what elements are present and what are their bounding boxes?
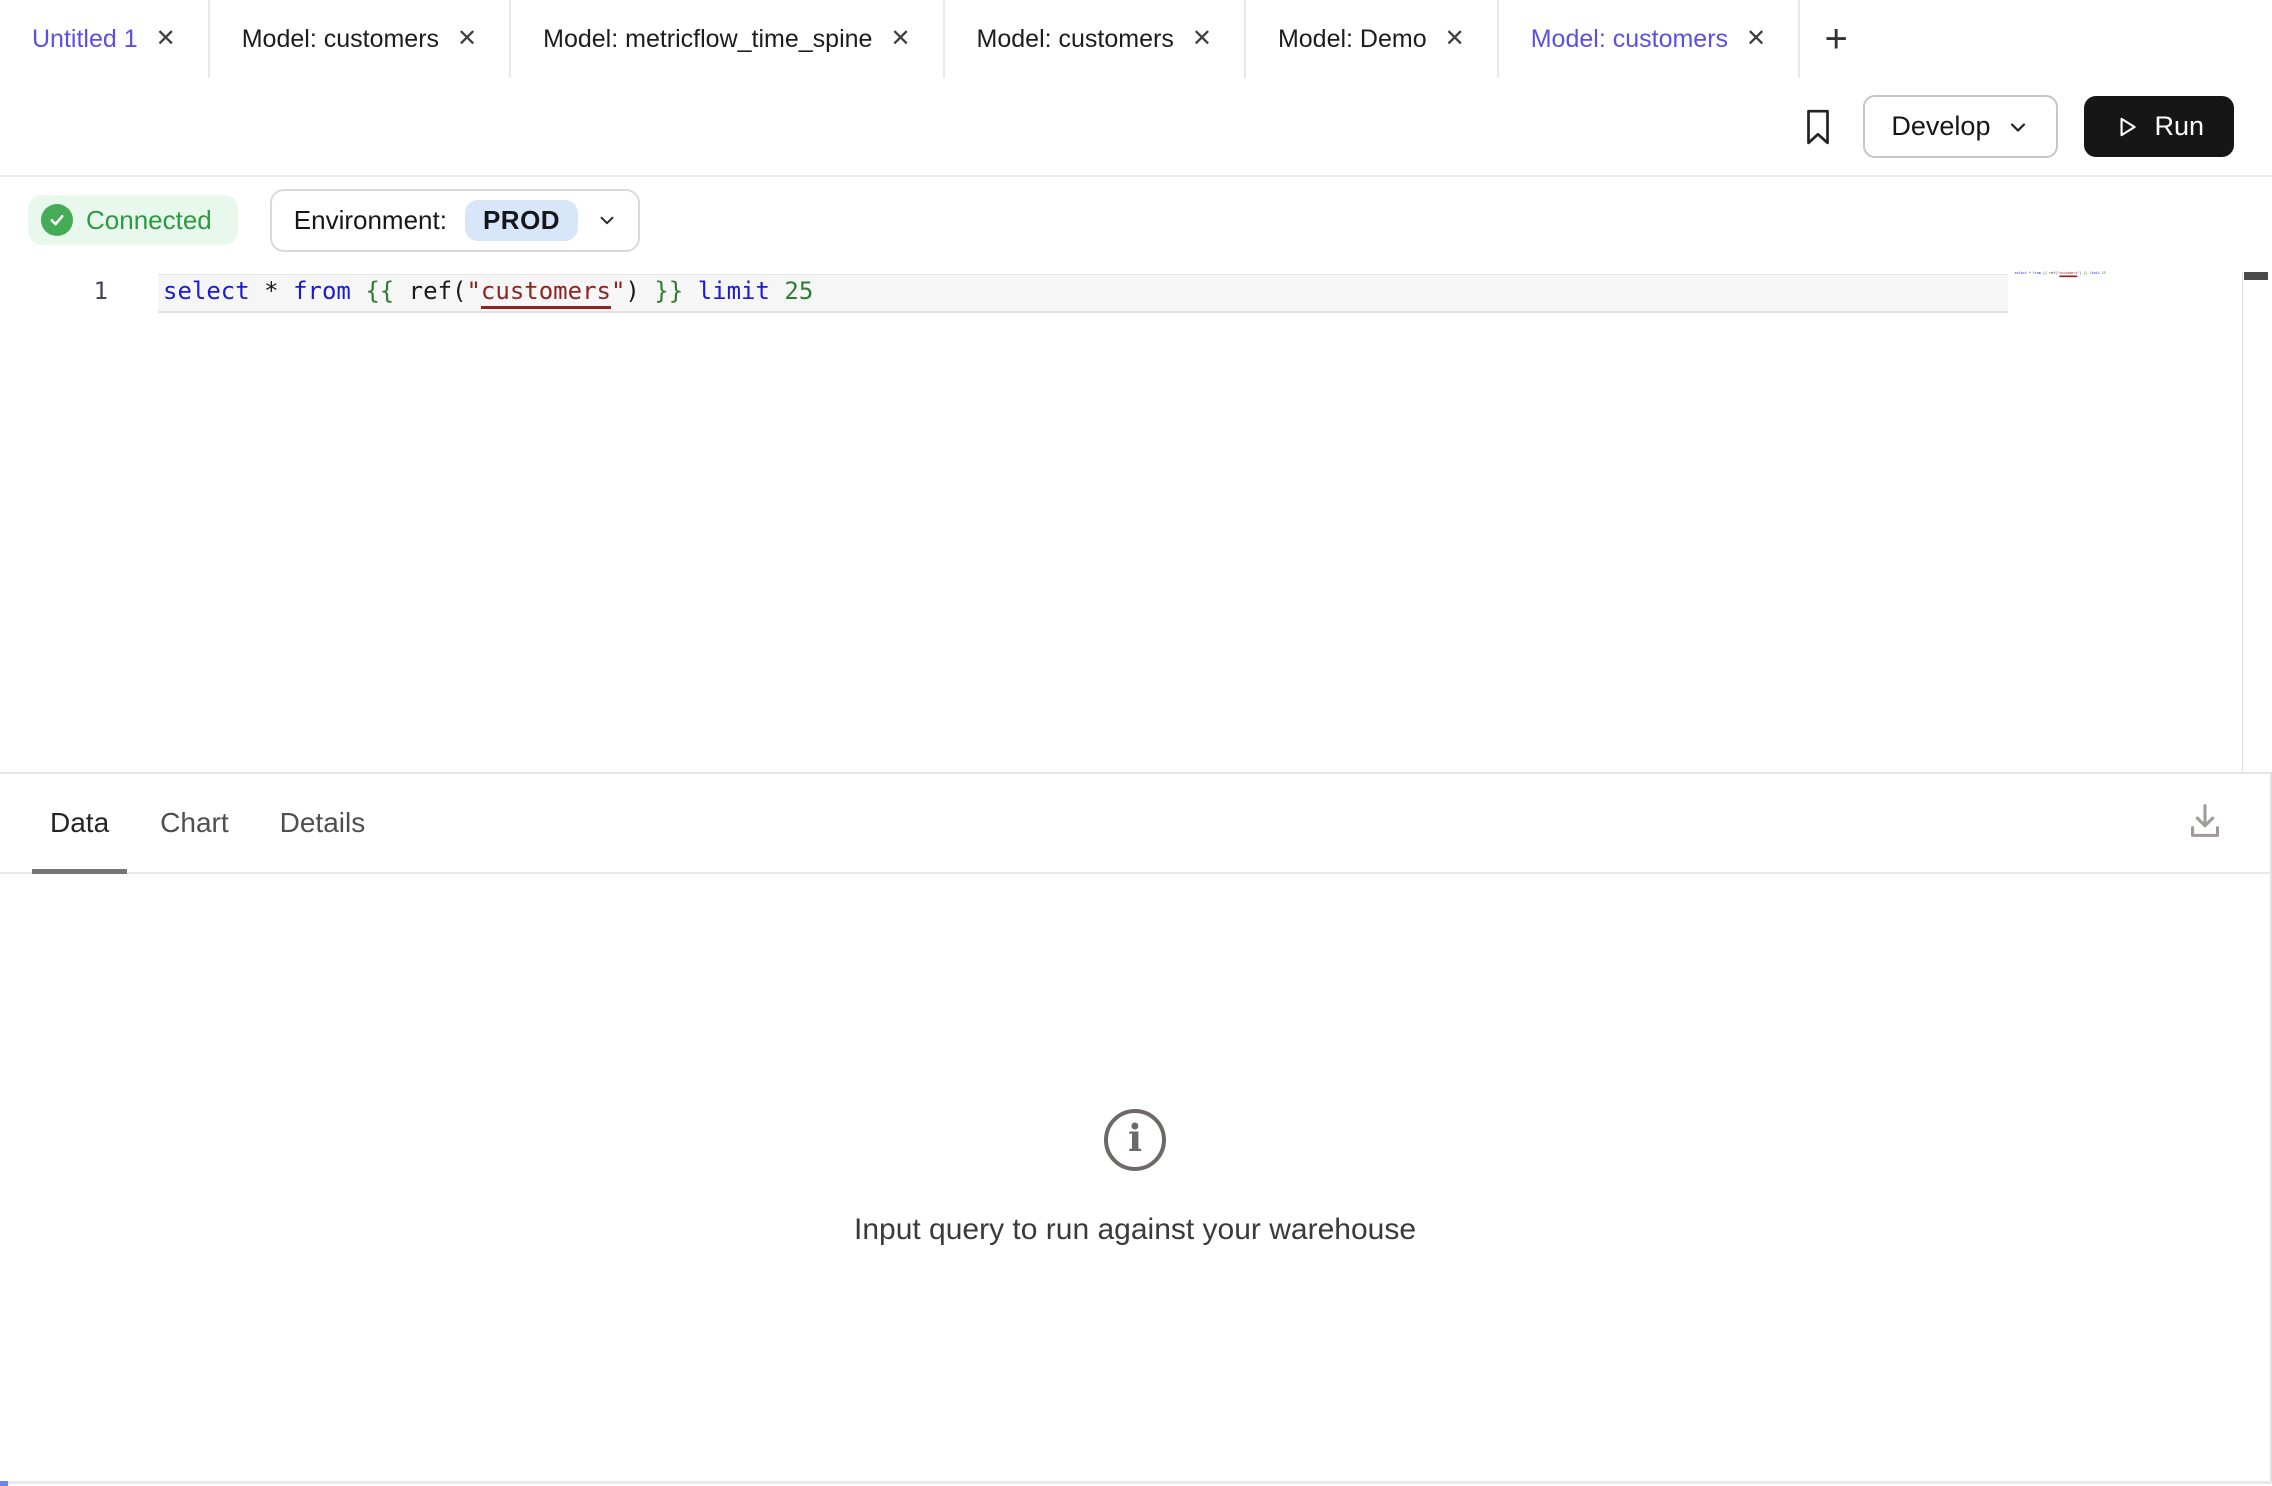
develop-button[interactable]: Develop [1863,95,2058,158]
tab-untitled-1[interactable]: Untitled 1 ✕ [0,0,210,78]
tab-model-customers-2[interactable]: Model: customers ✕ [945,0,1246,78]
close-icon[interactable]: ✕ [457,27,477,51]
environment-label: Environment: [294,205,447,236]
tab-label: Model: metricflow_time_spine [543,25,872,54]
tab-data[interactable]: Data [32,774,127,872]
connected-label: Connected [86,205,212,236]
tab-model-metricflow-time-spine[interactable]: Model: metricflow_time_spine ✕ [511,0,944,78]
tab-chart-label: Chart [160,807,228,839]
scrollbar-track[interactable] [2242,272,2272,772]
develop-label: Develop [1891,111,1990,142]
tab-label: Model: Demo [1278,25,1427,54]
close-icon[interactable]: ✕ [1746,27,1766,51]
tab-chart[interactable]: Chart [142,774,246,872]
bottom-divider [0,1481,2272,1484]
status-bar: Connected Environment: PROD [0,179,2272,261]
bookmark-icon [1799,106,1837,148]
connected-badge: Connected [28,195,238,245]
close-icon[interactable]: ✕ [1445,27,1465,51]
new-tab-button[interactable]: + [1800,0,1872,78]
tab-label: Model: customers [242,25,439,54]
close-icon[interactable]: ✕ [156,27,176,51]
scrollbar-thumb[interactable] [2244,272,2268,280]
check-icon [41,204,73,236]
tab-data-label: Data [50,807,109,839]
chevron-down-icon [596,209,618,231]
tab-model-demo[interactable]: Model: Demo ✕ [1246,0,1499,78]
results-panel: Data Chart Details i [0,772,2272,1481]
chevron-down-icon [2006,115,2030,139]
tab-details[interactable]: Details [262,774,384,872]
run-button[interactable]: Run [2084,96,2234,157]
close-icon[interactable]: ✕ [890,27,910,51]
environment-selector[interactable]: Environment: PROD [270,189,640,252]
ide-window: Untitled 1 ✕ Model: customers ✕ Model: m… [0,0,2272,1486]
tab-label: Model: customers [1531,25,1728,54]
tab-details-label: Details [280,807,366,839]
bookmark-button[interactable] [1799,106,1837,148]
tab-bar: Untitled 1 ✕ Model: customers ✕ Model: m… [0,0,2272,80]
plus-icon: + [1824,17,1847,62]
empty-state-message: Input query to run against your warehous… [854,1213,1416,1247]
info-icon: i [1104,1109,1166,1171]
tab-model-customers-1[interactable]: Model: customers ✕ [210,0,511,78]
code-line[interactable]: select * from {{ ref("customers") }} lim… [163,277,813,305]
environment-value-pill: PROD [465,200,578,241]
toolbar: Develop Run [0,78,2272,177]
tab-label: Untitled 1 [32,25,138,54]
code-editor[interactable]: 1 select * from {{ ref("customers") }} l… [0,261,2272,772]
empty-state: i Input query to run against your wareho… [0,874,2270,1481]
results-tab-bar: Data Chart Details [0,774,2270,874]
play-icon [2114,114,2140,140]
minimap: select * from {{ ref("customers") }} lim… [2015,271,2106,275]
tab-label: Model: customers [977,25,1174,54]
download-button[interactable] [2182,798,2228,844]
download-icon [2182,798,2228,844]
line-number: 1 [60,277,108,305]
tab-model-customers-3[interactable]: Model: customers ✕ [1499,0,1800,78]
close-icon[interactable]: ✕ [1192,27,1212,51]
corner-accent [0,1481,8,1486]
run-label: Run [2154,111,2204,142]
